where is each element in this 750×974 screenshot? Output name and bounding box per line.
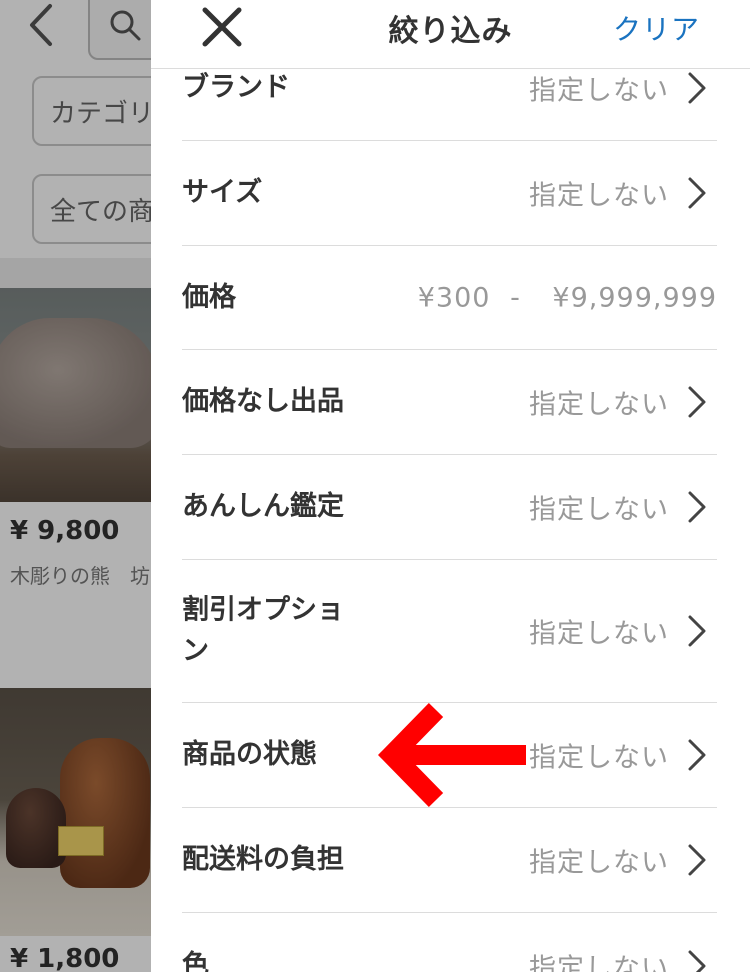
row-value: 指定しない — [529, 618, 669, 650]
row-label: 配送料の負担 — [182, 843, 344, 875]
filter-row-color[interactable]: 色 指定しない — [182, 913, 717, 972]
chevron-right-icon — [688, 386, 706, 418]
chevron-right-icon — [688, 72, 706, 104]
price-min: ¥300 — [417, 282, 491, 313]
row-label: 価格なし出品 — [182, 385, 344, 417]
filter-row-brand[interactable]: ブランド 指定しない — [182, 40, 717, 141]
annotation-arrow-icon — [378, 703, 526, 807]
filter-row-price[interactable]: 価格 ¥300 - ¥9,999,999 — [182, 246, 717, 350]
filter-row-no-price-listing[interactable]: 価格なし出品 指定しない — [182, 350, 717, 455]
row-value: 指定しない — [529, 75, 669, 107]
row-label: 色 — [182, 949, 209, 972]
row-value: 指定しない — [529, 847, 669, 879]
chevron-right-icon — [688, 844, 706, 876]
row-value: 指定しない — [529, 742, 669, 774]
chevron-right-icon — [688, 739, 706, 771]
row-label: あんしん鑑定 — [182, 490, 344, 522]
chevron-right-icon — [688, 950, 706, 972]
row-value: 指定しない — [529, 494, 669, 526]
row-label: サイズ — [182, 176, 263, 208]
row-label: ブランド — [182, 71, 290, 103]
filter-row-discount-option[interactable]: 割引オプション 指定しない — [182, 560, 717, 703]
price-max: ¥9,999,999 — [552, 282, 717, 313]
filter-row-authentication[interactable]: あんしん鑑定 指定しない — [182, 455, 717, 560]
filter-row-shipping-fee[interactable]: 配送料の負担 指定しない — [182, 808, 717, 913]
row-label: 価格 — [182, 281, 236, 313]
row-label: 割引オプション — [182, 594, 344, 667]
row-label: 商品の状態 — [182, 738, 317, 770]
row-value: 指定しない — [529, 180, 669, 212]
filter-panel: 絞り込み クリア ブランド 指定しない サイズ 指定しない 価格 ¥300 - … — [151, 0, 750, 972]
price-range: ¥300 - ¥9,999,999 — [418, 282, 717, 313]
chevron-right-icon — [688, 615, 706, 647]
chevron-right-icon — [688, 177, 706, 209]
chevron-right-icon — [688, 491, 706, 523]
filter-row-size[interactable]: サイズ 指定しない — [182, 141, 717, 246]
row-value: 指定しない — [529, 389, 669, 421]
row-value: 指定しない — [529, 953, 669, 972]
price-separator: - — [510, 282, 521, 313]
